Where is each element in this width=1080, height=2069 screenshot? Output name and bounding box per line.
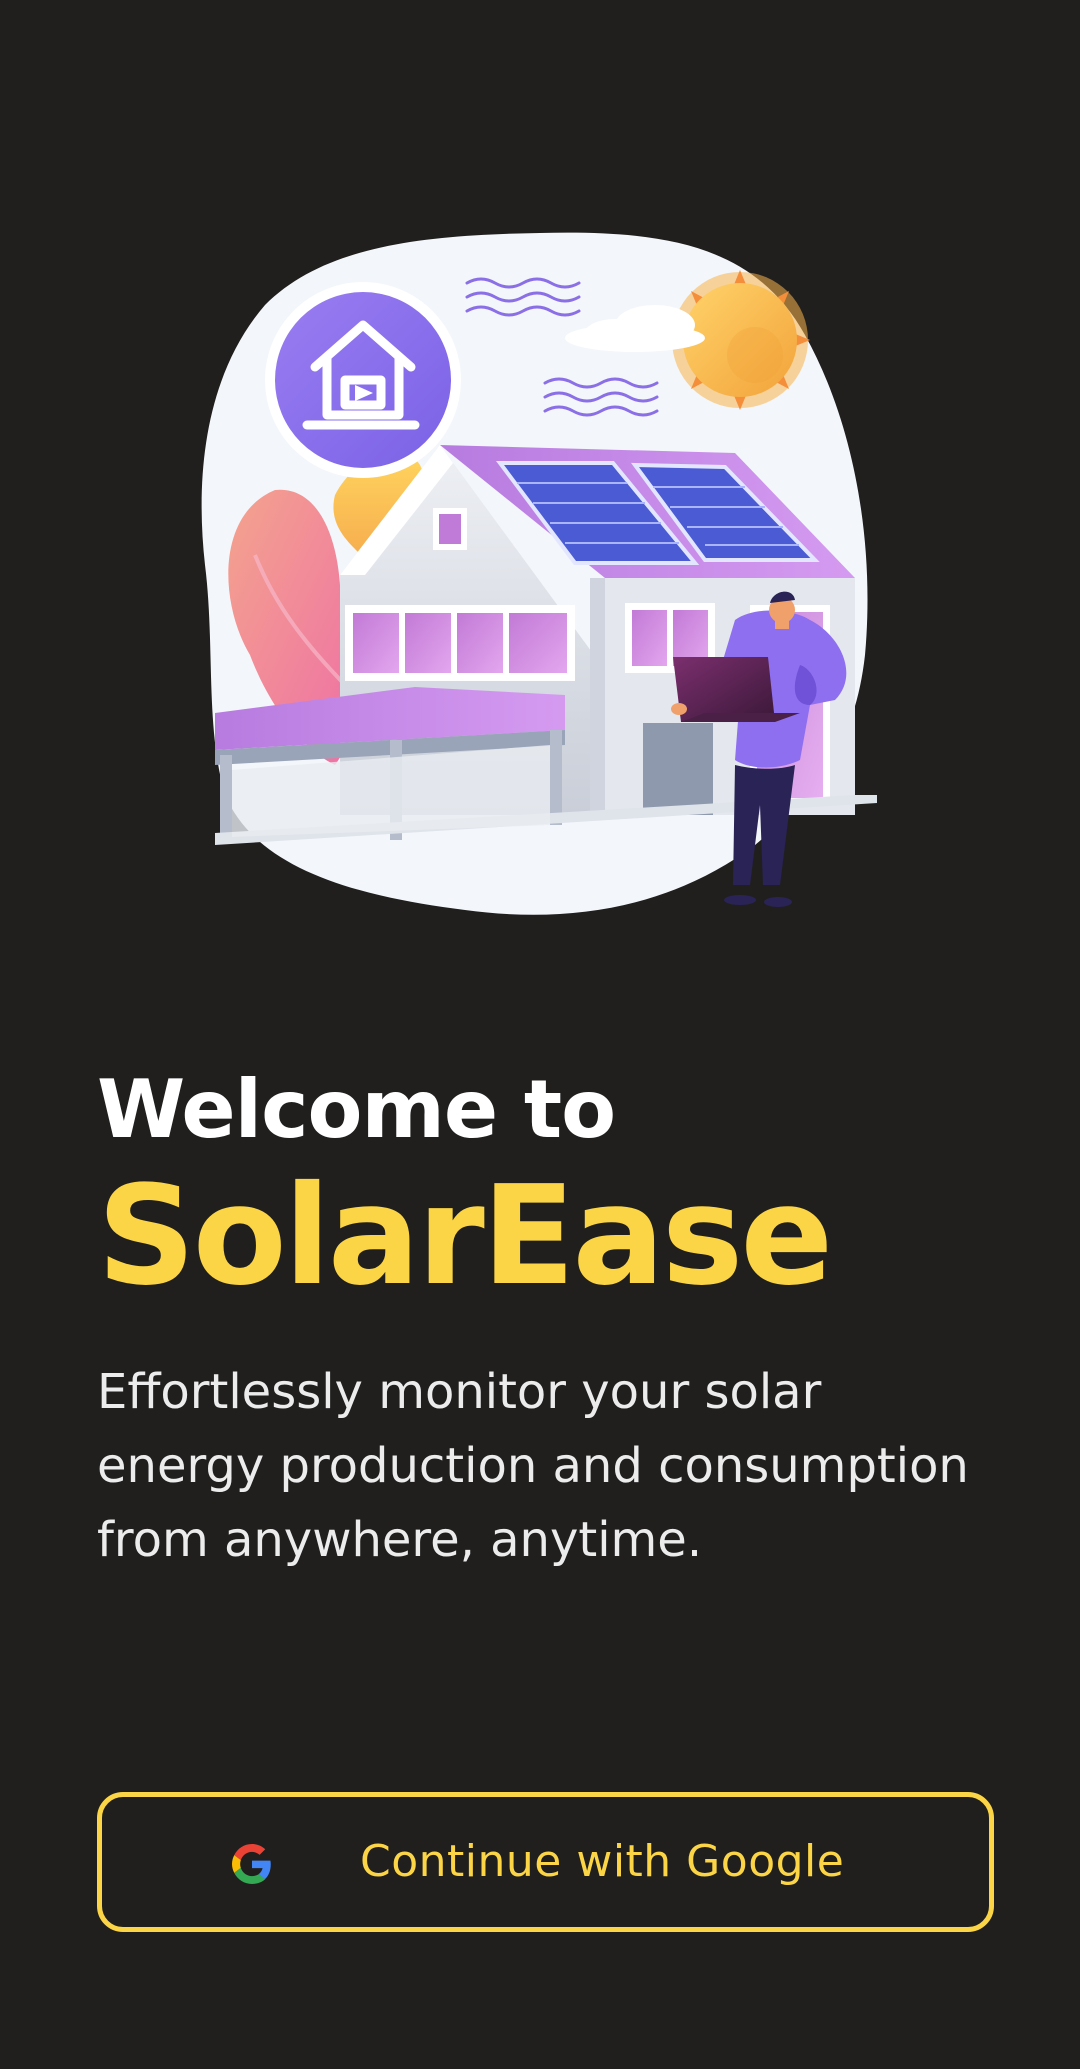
tagline-text: Effortlessly monitor your solar energy p… <box>97 1364 969 1568</box>
welcome-heading: Welcome to <box>97 1063 616 1156</box>
solar-house-illustration <box>201 232 877 915</box>
app-name-title: SolarEase <box>97 1157 833 1316</box>
hero-illustration <box>195 225 885 920</box>
google-g-icon <box>232 1844 271 1884</box>
smart-home-icon <box>265 282 461 478</box>
continue-with-google-button[interactable]: Continue with Google <box>97 1792 994 1932</box>
welcome-header: Welcome to SolarEase <box>97 1060 997 1312</box>
google-button-label: Continue with Google <box>360 1836 845 1887</box>
